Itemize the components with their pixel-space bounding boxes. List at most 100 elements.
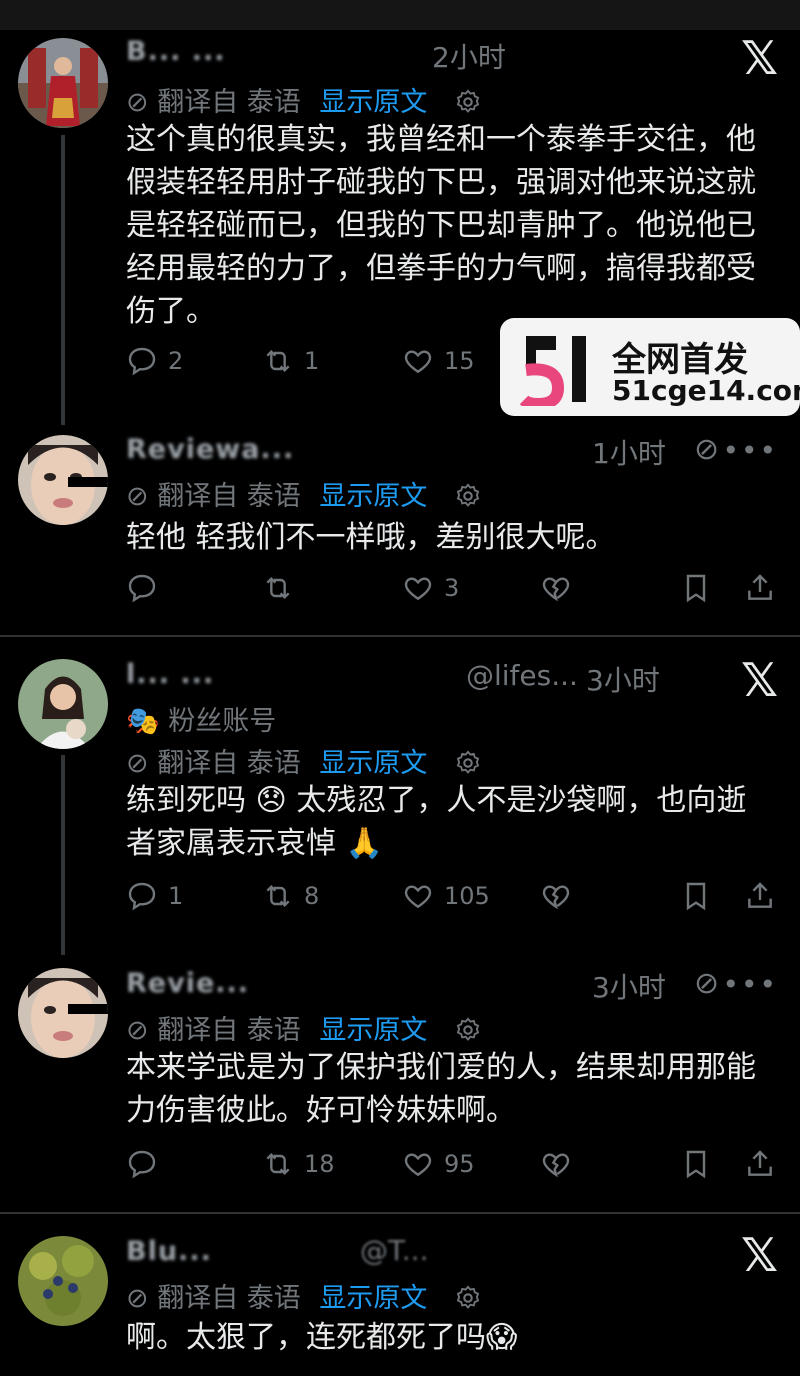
repost-icon <box>262 345 294 377</box>
translate-label: 翻译自 泰语 <box>157 1015 301 1046</box>
post-handle[interactable]: @T... <box>360 1234 428 1267</box>
post-text: 这个真的很真实，我曾经和一个泰拳手交往，他假装轻轻用肘子碰我的下巴，强调对他来说… <box>126 122 756 329</box>
gear-icon[interactable] <box>454 749 482 777</box>
display-name[interactable]: Reviewa... <box>126 434 294 465</box>
bookmark-icon <box>680 880 712 912</box>
post-time[interactable]: 2小时 <box>432 36 506 76</box>
display-name[interactable]: l... ... <box>126 659 214 690</box>
repost-icon <box>262 572 294 604</box>
mute-icon[interactable]: ⊘ <box>694 432 719 467</box>
repost-button[interactable]: 1 <box>262 345 319 377</box>
fan-account-row: 🎭 粉丝账号 <box>126 699 276 738</box>
avatar[interactable] <box>18 659 108 749</box>
show-original-link[interactable]: 显示原文 <box>319 87 427 118</box>
like-count: 15 <box>444 347 475 375</box>
avatar[interactable] <box>18 1236 108 1326</box>
display-name[interactable]: Blu... <box>126 1236 212 1267</box>
repost-button[interactable]: 18 <box>262 1148 335 1180</box>
avatar[interactable] <box>18 435 108 525</box>
show-original-link[interactable]: 显示原文 <box>319 1015 427 1046</box>
watermark: 全网首发 51cge14.com <box>500 318 800 416</box>
translate-icon: ⊘ <box>126 1283 149 1314</box>
fan-account-label: 粉丝账号 <box>168 706 277 737</box>
share-button[interactable] <box>744 880 776 912</box>
avatar[interactable] <box>18 968 108 1058</box>
post-text: 轻他 轻我们不一样哦，差别很大呢。 <box>126 520 616 555</box>
repost-count: 18 <box>304 1150 335 1178</box>
share-button[interactable] <box>744 1148 776 1180</box>
bookmark-button[interactable] <box>680 880 712 912</box>
action-bar: 3 <box>126 572 776 612</box>
translate-icon: ⊘ <box>126 1015 149 1046</box>
reply-button[interactable] <box>126 1148 158 1180</box>
show-original-link[interactable]: 显示原文 <box>319 1283 427 1314</box>
broken-heart-icon <box>540 572 572 604</box>
translation-row: ⊘ 翻译自 泰语 显示原文 <box>126 1008 482 1047</box>
more-menu-icon[interactable]: ••• <box>722 434 778 467</box>
reply-button[interactable] <box>126 572 158 604</box>
translate-label: 翻译自 泰语 <box>157 481 301 512</box>
reply-icon <box>126 880 158 912</box>
more-menu-icon[interactable]: ••• <box>722 968 778 1001</box>
gear-icon[interactable] <box>454 1016 482 1044</box>
post-time[interactable]: 1小时 <box>592 432 666 472</box>
reply-post[interactable]: l... ... @lifes... 3小时 𝕏 🎭 粉丝账号 ⊘ 翻译自 泰语… <box>0 637 800 955</box>
thread-line <box>61 135 65 425</box>
gear-icon[interactable] <box>454 1284 482 1312</box>
translation-row: ⊘ 翻译自 泰语 显示原文 <box>126 474 482 513</box>
show-original-link[interactable]: 显示原文 <box>319 748 427 779</box>
reply-count: 2 <box>168 347 184 375</box>
x-logo-icon: 𝕏 <box>740 1228 778 1282</box>
dislike-button[interactable] <box>540 572 572 604</box>
gear-icon[interactable] <box>454 88 482 116</box>
share-button[interactable] <box>744 572 776 604</box>
dislike-button[interactable] <box>540 880 572 912</box>
x-logo-icon: 𝕏 <box>740 653 778 707</box>
translate-label: 翻译自 泰语 <box>157 1283 301 1314</box>
show-original-link[interactable]: 显示原文 <box>319 481 427 512</box>
repost-count: 8 <box>304 882 320 910</box>
repost-icon <box>262 1148 294 1180</box>
bookmark-button[interactable] <box>680 1148 712 1180</box>
reply-icon <box>126 345 158 377</box>
display-name[interactable]: B... ... <box>126 36 226 67</box>
thread-line <box>61 755 65 955</box>
like-button[interactable]: 105 <box>402 880 490 912</box>
heart-icon <box>402 1148 434 1180</box>
mute-icon[interactable]: ⊘ <box>694 966 719 1001</box>
post-time[interactable]: 3小时 <box>592 966 666 1006</box>
post-text: 本来学武是为了保护我们爱的人，结果却用那能力伤害彼此。好可怜妹妹啊。 <box>126 1050 756 1128</box>
repost-icon <box>262 880 294 912</box>
reply-button[interactable]: 1 <box>126 880 183 912</box>
gear-icon[interactable] <box>454 482 482 510</box>
broken-heart-icon <box>540 1148 572 1180</box>
watermark-site: 51cge14.com <box>612 374 800 407</box>
post-time[interactable]: 3小时 <box>586 659 660 699</box>
reply-icon <box>126 1148 158 1180</box>
broken-heart-icon <box>540 880 572 912</box>
like-button[interactable]: 3 <box>402 572 459 604</box>
post-handle[interactable]: @lifes... <box>466 659 578 692</box>
repost-button[interactable] <box>262 572 294 604</box>
avatar[interactable] <box>18 38 108 128</box>
like-button[interactable]: 95 <box>402 1148 475 1180</box>
display-name[interactable]: Revie... <box>126 968 249 999</box>
translation-row: ⊘ 翻译自 泰语 显示原文 <box>126 80 482 119</box>
like-count: 95 <box>444 1150 475 1178</box>
repost-button[interactable]: 8 <box>262 880 319 912</box>
reply-post[interactable]: Revie... 3小时 ⊘ ••• ⊘ 翻译自 泰语 显示原文 本来学武是为了… <box>0 950 800 1210</box>
bookmark-icon <box>680 1148 712 1180</box>
dislike-button[interactable] <box>540 1148 572 1180</box>
reply-button[interactable]: 2 <box>126 345 183 377</box>
share-icon <box>744 572 776 604</box>
bookmark-button[interactable] <box>680 572 712 604</box>
heart-icon <box>402 345 434 377</box>
translate-icon: ⊘ <box>126 748 149 779</box>
reply-post[interactable]: Blu... @T... 𝕏 ⊘ 翻译自 泰语 显示原文 啊。太狠了，连死都死了… <box>0 1214 800 1376</box>
like-button[interactable]: 15 <box>402 345 475 377</box>
reply-post[interactable]: Reviewa... 1小时 ⊘ ••• ⊘ 翻译自 泰语 显示原文 轻他 轻我… <box>0 420 800 635</box>
translation-row: ⊘ 翻译自 泰语 显示原文 <box>126 1276 482 1315</box>
translate-icon: ⊘ <box>126 481 149 512</box>
like-count: 105 <box>444 882 490 910</box>
translate-label: 翻译自 泰语 <box>157 87 301 118</box>
